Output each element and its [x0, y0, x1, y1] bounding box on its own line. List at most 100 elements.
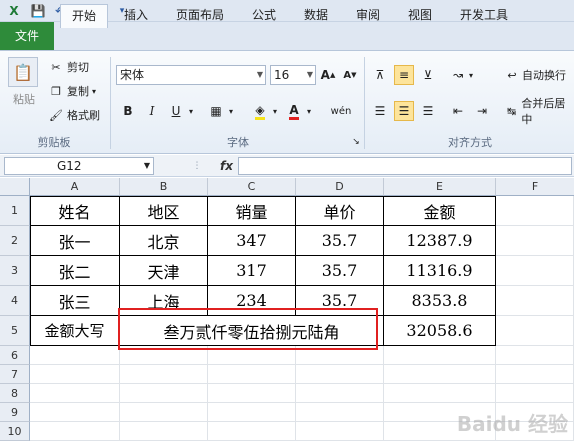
cell-e4[interactable]: 8353.8 — [384, 286, 496, 316]
orientation-button[interactable]: ↝ — [448, 65, 468, 85]
paste-icon[interactable]: 📋 — [8, 57, 38, 87]
formula-input[interactable] — [238, 157, 572, 175]
cell-f5[interactable] — [496, 316, 574, 346]
cell-f3[interactable] — [496, 256, 574, 286]
cell-a5[interactable]: 金额大写 — [30, 316, 120, 346]
cell-e8[interactable] — [384, 384, 496, 403]
align-center-button[interactable]: ☰ — [394, 101, 414, 121]
cell-d10[interactable] — [296, 422, 384, 441]
underline-button[interactable]: U — [166, 101, 186, 121]
orientation-dropdown-icon[interactable]: ▾ — [466, 65, 476, 85]
cell-a10[interactable] — [30, 422, 120, 441]
underline-dropdown-icon[interactable]: ▾ — [186, 101, 196, 121]
save-icon[interactable]: 💾 — [30, 3, 46, 19]
cell-b7[interactable] — [120, 365, 208, 384]
column-header-e[interactable]: E — [384, 178, 496, 196]
cut-button[interactable]: ✂ 剪切 — [48, 57, 89, 77]
cell-a8[interactable] — [30, 384, 120, 403]
font-dialog-launcher-icon[interactable]: ↘ — [350, 135, 362, 149]
row-header-2[interactable]: 2 — [0, 226, 30, 256]
cell-d1[interactable]: 单价 — [296, 196, 384, 226]
tab-formulas[interactable]: 公式 — [244, 4, 284, 28]
cell-c2[interactable]: 347 — [208, 226, 296, 256]
cell-e3[interactable]: 11316.9 — [384, 256, 496, 286]
row-header-6[interactable]: 6 — [0, 346, 30, 365]
column-header-f[interactable]: F — [496, 178, 574, 196]
cell-b3[interactable]: 天津 — [120, 256, 208, 286]
column-header-b[interactable]: B — [120, 178, 208, 196]
cell-b1[interactable]: 地区 — [120, 196, 208, 226]
cell-e6[interactable] — [384, 346, 496, 365]
align-middle-button[interactable]: ≡ — [394, 65, 414, 85]
cell-d2[interactable]: 35.7 — [296, 226, 384, 256]
font-name-combo[interactable]: 宋体 ▼ — [116, 65, 266, 85]
cell-f6[interactable] — [496, 346, 574, 365]
tab-review[interactable]: 审阅 — [348, 4, 388, 28]
cell-a9[interactable] — [30, 403, 120, 422]
cell-c8[interactable] — [208, 384, 296, 403]
fill-color-button[interactable]: ◈ — [250, 101, 270, 121]
merge-center-button[interactable]: ↹ 合并后居中 — [504, 97, 574, 126]
align-right-button[interactable]: ☰ — [418, 101, 438, 121]
align-bottom-button[interactable]: ⊻ — [418, 65, 438, 85]
shrink-font-button[interactable]: A ▼ — [340, 65, 360, 85]
tab-developer[interactable]: 开发工具 — [452, 4, 516, 28]
cell-a4[interactable]: 张三 — [30, 286, 120, 316]
cell-d7[interactable] — [296, 365, 384, 384]
cell-e1[interactable]: 金额 — [384, 196, 496, 226]
select-all-button[interactable] — [0, 178, 30, 196]
format-painter-button[interactable]: 🖌 格式刷 — [48, 105, 100, 125]
tab-data[interactable]: 数据 — [296, 4, 336, 28]
cell-b9[interactable] — [120, 403, 208, 422]
grow-font-button[interactable]: A ▲ — [318, 65, 338, 85]
column-header-d[interactable]: D — [296, 178, 384, 196]
cell-d9[interactable] — [296, 403, 384, 422]
cell-f1[interactable] — [496, 196, 574, 226]
wrap-text-button[interactable]: ↩ 自动换行 — [504, 65, 566, 85]
paste-button[interactable]: 粘贴 — [8, 91, 40, 107]
formula-bar-splitter[interactable]: ⋮ — [182, 158, 212, 174]
copy-button[interactable]: ❐ 复制 ▾ — [48, 81, 96, 101]
cell-a3[interactable]: 张二 — [30, 256, 120, 286]
cell-d3[interactable]: 35.7 — [296, 256, 384, 286]
cell-c3[interactable]: 317 — [208, 256, 296, 286]
cell-b8[interactable] — [120, 384, 208, 403]
cell-e7[interactable] — [384, 365, 496, 384]
cell-a1[interactable]: 姓名 — [30, 196, 120, 226]
tab-file[interactable]: 文件 — [0, 22, 54, 50]
column-header-c[interactable]: C — [208, 178, 296, 196]
cell-b2[interactable]: 北京 — [120, 226, 208, 256]
font-color-dropdown-icon[interactable]: ▾ — [304, 101, 314, 121]
cell-c1[interactable]: 销量 — [208, 196, 296, 226]
font-color-button[interactable]: A — [284, 101, 304, 121]
cell-f2[interactable] — [496, 226, 574, 256]
align-top-button[interactable]: ⊼ — [370, 65, 390, 85]
decrease-indent-button[interactable]: ⇤ — [448, 101, 468, 121]
cell-c7[interactable] — [208, 365, 296, 384]
tab-page-layout[interactable]: 页面布局 — [168, 4, 232, 28]
name-box[interactable]: G12 ▼ — [4, 157, 154, 175]
bold-button[interactable]: B — [118, 101, 138, 121]
border-button[interactable]: ▦ — [206, 101, 226, 121]
cell-e5[interactable]: 32058.6 — [384, 316, 496, 346]
italic-button[interactable]: I — [142, 101, 162, 121]
cell-a6[interactable] — [30, 346, 120, 365]
row-header-9[interactable]: 9 — [0, 403, 30, 422]
cell-a2[interactable]: 张一 — [30, 226, 120, 256]
row-header-10[interactable]: 10 — [0, 422, 30, 441]
cell-a7[interactable] — [30, 365, 120, 384]
cell-c10[interactable] — [208, 422, 296, 441]
cell-f7[interactable] — [496, 365, 574, 384]
insert-function-icon[interactable]: fx — [220, 157, 238, 175]
cell-f8[interactable] — [496, 384, 574, 403]
phonetic-button[interactable]: wén — [326, 101, 356, 121]
cell-e2[interactable]: 12387.9 — [384, 226, 496, 256]
cell-c9[interactable] — [208, 403, 296, 422]
cell-b10[interactable] — [120, 422, 208, 441]
font-size-combo[interactable]: 16 ▼ — [270, 65, 316, 85]
row-header-5[interactable]: 5 — [0, 316, 30, 346]
tab-insert[interactable]: 插入 — [116, 4, 156, 28]
cell-d8[interactable] — [296, 384, 384, 403]
column-header-a[interactable]: A — [30, 178, 120, 196]
border-dropdown-icon[interactable]: ▾ — [226, 101, 236, 121]
